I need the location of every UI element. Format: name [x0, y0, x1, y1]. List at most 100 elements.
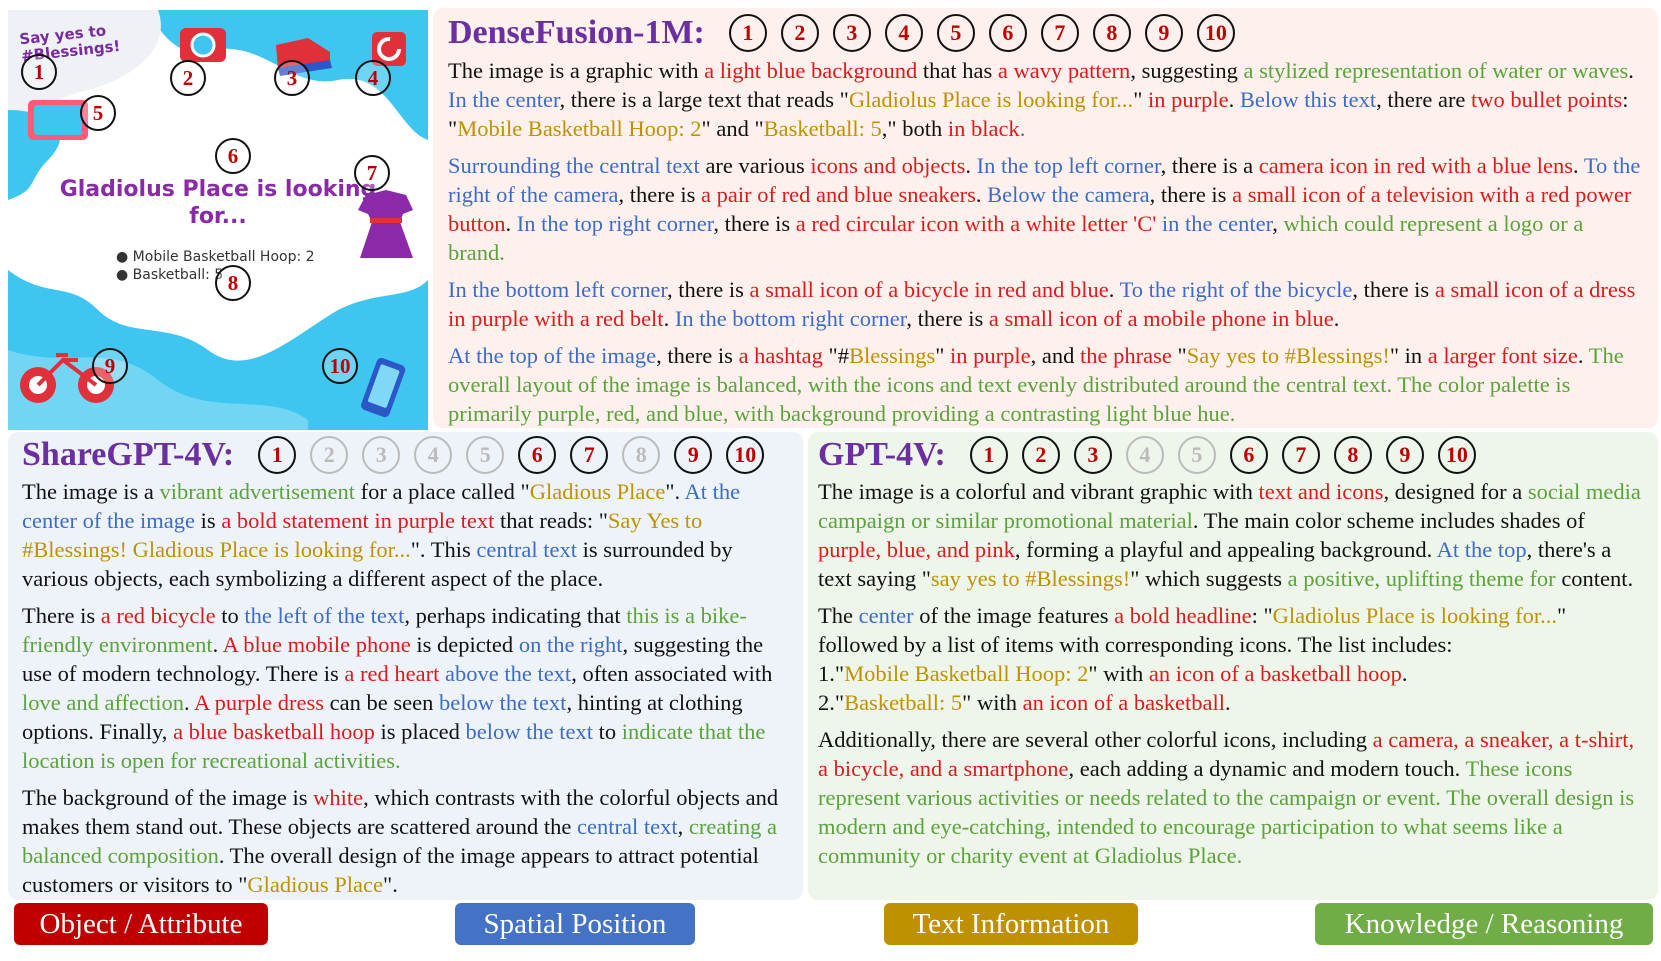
caption-segment: above the text: [439, 661, 572, 686]
caption-segment: , each adding a dynamic and modern touch…: [1068, 756, 1466, 781]
poster-marker: 5: [80, 95, 116, 131]
caption-segment: Gladious Place: [529, 479, 666, 504]
densefusion-coverage-circles: 1 2 3 4 5 6 7 8 9 10: [728, 14, 1249, 52]
caption-segment: Surrounding the central text: [448, 153, 700, 178]
caption-segment: is depicted: [410, 632, 519, 657]
coverage-circle: 1: [728, 14, 767, 52]
caption-segment: Mobile Basketball Hoop: 2: [844, 661, 1089, 686]
caption-segment: an icon of a basketball hoop: [1148, 661, 1402, 686]
caption-segment: central text: [476, 537, 577, 562]
caption-segment: .: [1628, 58, 1634, 83]
caption-segment: Mobile Basketball Hoop: 2: [457, 116, 702, 141]
caption-segment: ".: [665, 479, 685, 504]
caption-segment: , designed for a: [1383, 479, 1528, 504]
coverage-circle: 2: [1021, 436, 1060, 474]
caption-paragraph: The background of the image is white, wh…: [22, 783, 792, 899]
caption-segment: icons and objects: [810, 153, 966, 178]
caption-segment: , suggesting: [1130, 58, 1244, 83]
caption-segment: Gladiolus Place is looking for...: [848, 87, 1134, 112]
caption-segment: camera icon in red with a blue lens: [1258, 153, 1573, 178]
caption-segment: is: [195, 508, 222, 533]
caption-segment: , perhaps indicating that: [404, 603, 627, 628]
caption-segment: a bold headline: [1114, 603, 1252, 628]
poster-marker: 10: [322, 348, 358, 384]
caption-segment: .: [965, 153, 977, 178]
caption-segment: In the center: [448, 87, 560, 112]
caption-segment: two bullet points: [1471, 87, 1623, 112]
caption-segment: love and affection: [22, 690, 185, 715]
caption-segment: Blessings: [848, 343, 936, 368]
caption-segment: " with: [1088, 661, 1149, 686]
coverage-circle: 7: [1040, 14, 1079, 52]
sharegpt4v-header: ShareGPT-4V: 1 2 3 4 5 6 7 8 9 10: [22, 436, 778, 474]
caption-segment: : ": [1251, 603, 1273, 628]
legend-knowledge-reasoning: Knowledge / Reasoning: [1315, 903, 1653, 945]
coverage-circle: 5: [936, 14, 975, 52]
caption-paragraph: Additionally, there are several other co…: [818, 725, 1646, 870]
caption-segment: There is: [22, 603, 101, 628]
poster-marker: 8: [215, 265, 251, 301]
caption-segment: "#: [822, 343, 849, 368]
poster-marker: 1: [21, 54, 57, 90]
caption-segment: Basketball: 5: [763, 116, 882, 141]
poster-marker: 4: [355, 60, 391, 96]
caption-segment: Basketball: 5: [844, 690, 963, 715]
coverage-circle: 2: [780, 14, 819, 52]
caption-segment: content.: [1555, 566, 1634, 591]
camera-icon: [180, 28, 226, 62]
caption-segment: , often associated with: [571, 661, 773, 686]
caption-segment: a bold statement in purple text: [221, 508, 495, 533]
coverage-circle: 6: [988, 14, 1027, 52]
caption-segment: , and: [1030, 343, 1081, 368]
coverage-circle: 3: [1073, 436, 1112, 474]
caption-segment: a wavy pattern: [997, 58, 1131, 83]
caption-segment: .: [1577, 343, 1589, 368]
poster-marker: 2: [170, 60, 206, 96]
caption-segment: ". This: [410, 537, 477, 562]
caption-segment: A purple dress: [194, 690, 325, 715]
coverage-circle: 10: [1437, 436, 1476, 474]
caption-paragraph: There is a red bicycle to the left of th…: [22, 601, 792, 775]
caption-segment: In the bottom left corner: [448, 277, 668, 302]
caption-segment: ,: [1272, 211, 1284, 236]
caption-segment: to: [592, 719, 622, 744]
caption-segment: At the top of the image: [448, 343, 657, 368]
coverage-circle: 5: [1177, 436, 1216, 474]
caption-segment: , forming a playful and appealing backgr…: [1014, 537, 1437, 562]
sharegpt4v-coverage-circles: 1 2 3 4 5 6 7 8 9 10: [258, 436, 778, 474]
poster-marker: 7: [354, 155, 390, 191]
caption-paragraph: The image is a colorful and vibrant grap…: [818, 477, 1646, 593]
caption-segment: of the image features: [913, 603, 1115, 628]
caption-segment: a small icon of a mobile phone in blue: [988, 306, 1334, 331]
coverage-circle: 7: [570, 436, 609, 474]
legend-text-information: Text Information: [884, 903, 1138, 945]
caption-segment: .: [663, 306, 675, 331]
coverage-circle: 5: [466, 436, 505, 474]
coverage-circle: 2: [310, 436, 349, 474]
caption-segment: a light blue background: [704, 58, 918, 83]
coverage-circle: 8: [1333, 436, 1372, 474]
coverage-circle: 10: [1196, 14, 1235, 52]
caption-segment: The: [818, 603, 859, 628]
caption-segment: for a place called ": [355, 479, 530, 504]
caption-segment: a blue basketball hoop: [173, 719, 375, 744]
caption-segment: , there is: [713, 211, 796, 236]
caption-segment: vibrant advertisement: [159, 479, 356, 504]
caption-segment: a small icon of a bicycle in red and blu…: [749, 277, 1109, 302]
coverage-circle: 6: [1229, 436, 1268, 474]
coverage-circle: 8: [1092, 14, 1131, 52]
caption-segment: " which suggests: [1130, 566, 1288, 591]
caption-segment: Below the camera: [987, 182, 1150, 207]
caption-segment: Below this text: [1239, 87, 1377, 112]
caption-segment: . The main color scheme includes shades …: [1192, 508, 1585, 533]
caption-segment: a pair of red and blue sneakers: [701, 182, 976, 207]
coverage-circle: 7: [1281, 436, 1320, 474]
caption-segment: To the right of the bicycle: [1119, 277, 1353, 302]
poster-marker: 6: [215, 138, 251, 174]
coverage-circle: 4: [884, 14, 923, 52]
caption-segment: , there is a: [1160, 153, 1259, 178]
caption-segment: below the text: [465, 719, 593, 744]
caption-segment: .: [1573, 153, 1584, 178]
caption-segment: , there is: [618, 182, 702, 207]
caption-segment: .: [1108, 277, 1120, 302]
